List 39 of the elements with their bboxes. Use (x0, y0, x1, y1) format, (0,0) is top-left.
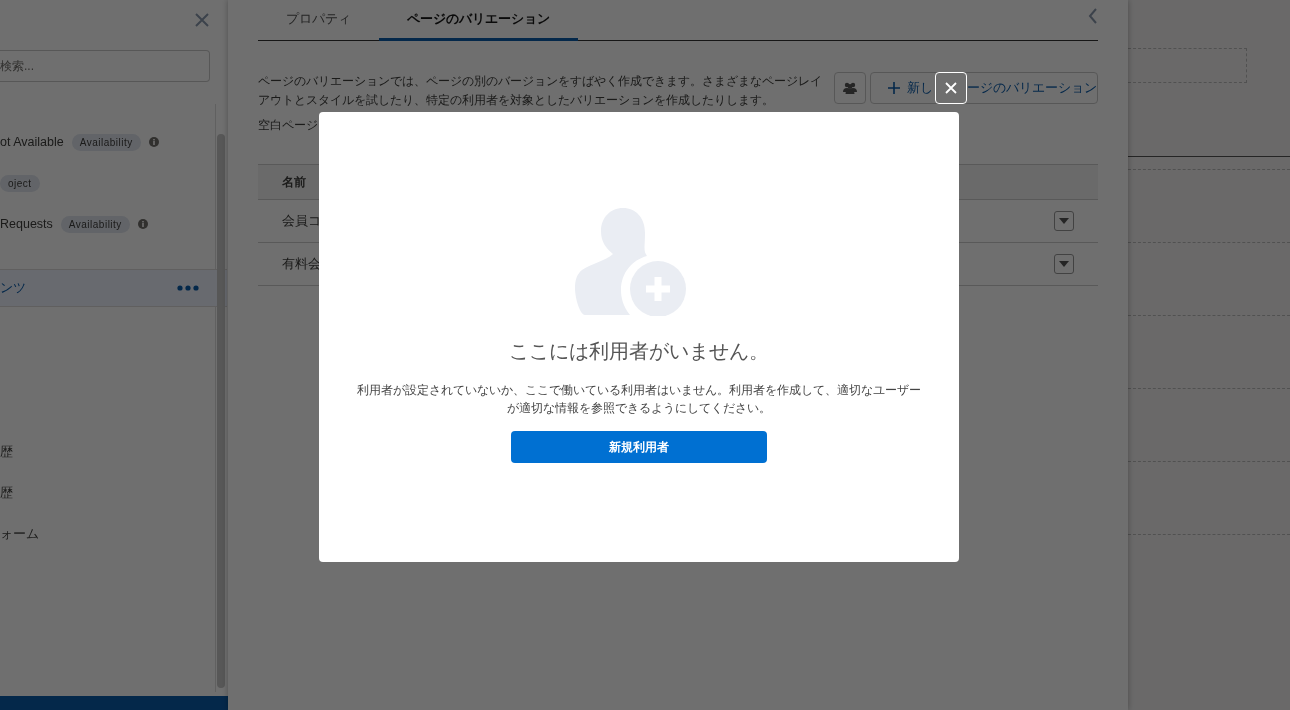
table-cell: 会員コ (282, 212, 321, 230)
modal-title: ここには利用者がいません。 (509, 339, 769, 364)
tab[interactable]: プロパティ (258, 0, 379, 41)
availability-badge: oject (0, 174, 40, 192)
list-item[interactable]: ォーム (0, 516, 215, 552)
scrollbar[interactable] (217, 134, 225, 688)
selected-list-item[interactable]: ンツ (0, 269, 227, 307)
list-item[interactable]: 歴 (0, 475, 215, 511)
chevron-left-icon[interactable] (1088, 8, 1098, 24)
description-text: ページのバリエーションでは、ページの別のバージョンをすばやく作成できます。さまざまなページレイアウトとスタイルを試したり、特定の利用者を対象としたバリエーションを作成したりします。 (258, 73, 823, 109)
search-field[interactable]: 検索... (0, 50, 210, 82)
caret-icon (1059, 218, 1069, 224)
availability-badge: Availability (60, 215, 130, 233)
info-icon[interactable] (148, 137, 159, 147)
blank-page-text: 空白ページ (258, 117, 319, 134)
item-label: ンツ (0, 279, 26, 297)
row-menu-button[interactable] (1054, 211, 1074, 231)
item-label: 歴 (0, 484, 13, 502)
caret-icon (1059, 261, 1069, 267)
row-menu-button[interactable] (1054, 254, 1074, 274)
new-audience-button[interactable]: 新規利用者 (511, 431, 767, 463)
availability-badge: Availability (71, 133, 141, 151)
list-item[interactable]: ot Available Availability (0, 124, 215, 160)
item-label: Requests (0, 217, 53, 231)
list-item[interactable]: 歴 (0, 434, 215, 470)
modal-message: 利用者が設定されていないか、ここで働いている利用者はいません。利用者を作成して、適切なユーザーが適切な情報を参照できるようにしてください。 (356, 382, 922, 417)
audience-button[interactable] (834, 72, 866, 104)
column-header[interactable]: 名前 (282, 173, 306, 191)
info-icon[interactable] (137, 219, 148, 229)
new-variation-button[interactable]: 新し ージのバリエーション (870, 72, 1098, 104)
list-item[interactable]: Requests Availability (0, 206, 215, 242)
item-label: ot Available (0, 135, 64, 149)
more-icon[interactable] (177, 285, 199, 291)
item-label: ォーム (0, 525, 39, 543)
close-icon[interactable] (194, 12, 210, 28)
item-label: 歴 (0, 443, 13, 461)
people-icon (843, 82, 858, 94)
tab[interactable]: ページのバリエーション (379, 0, 578, 41)
plus-icon (888, 82, 900, 94)
